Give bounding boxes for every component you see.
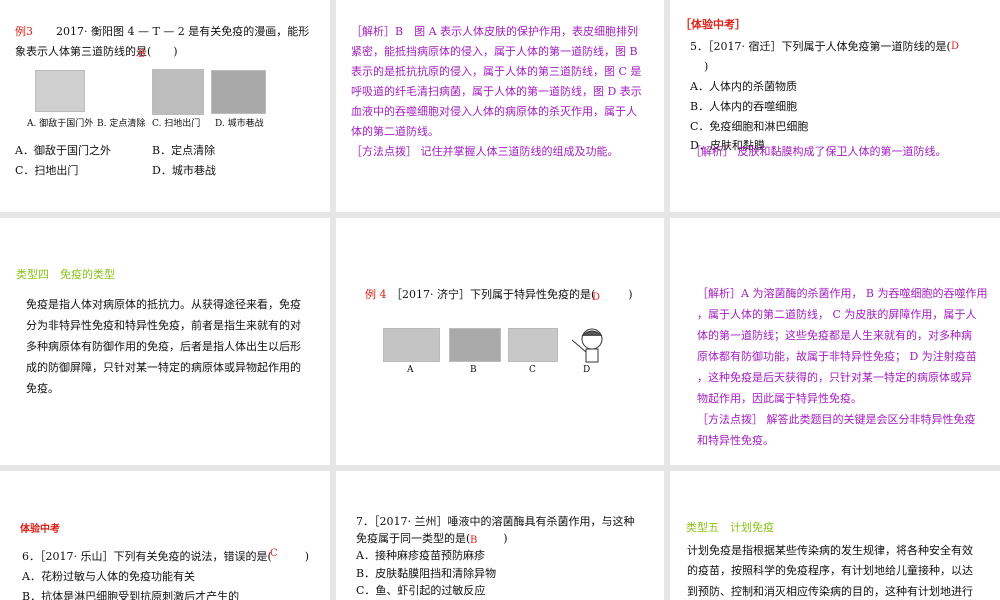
image-caption: C	[529, 365, 536, 375]
slide-analysis-3: ［解析］B 图 A 表示人体皮肤的保护作用，表皮细胞排列 紧密，能抵挡病原体的侵…	[336, 0, 664, 212]
option-b: B．人体内的吞噬细胞	[690, 100, 798, 113]
option-b: B．皮肤黏膜阻挡和清除异物	[356, 567, 497, 580]
answer-mark: B	[470, 535, 478, 546]
body-line: 成的防御屏障，只针对某一特定的病原体或异物起作用的	[26, 361, 301, 374]
question-text: 免疫属于同一类型的是( )	[356, 532, 508, 545]
answer-mark: C	[270, 548, 278, 559]
slide-example-3: 例3 2017· 衡阳图 4 — T — 2 是有关免疫的漫画，能形 象表示人体…	[0, 0, 330, 212]
option-a: A．花粉过敏与人体的免疫功能有关	[22, 570, 195, 583]
option-b: B．定点清除	[152, 144, 216, 157]
question-text: )	[704, 60, 709, 73]
analysis-line: ，属于人体的第二道防线， C 为皮肤的屏障作用，属于人	[697, 308, 977, 321]
analysis-line: ，这种免疫是后天获得的，只针对某一特定的病原体或异	[697, 371, 972, 384]
option-c: C．扫地出门	[15, 164, 79, 177]
slide-exam-5: ［体验中考］ 5．［2017· 宿迁］下列属于人体免疫第一道防线的是( D ) …	[670, 0, 1000, 212]
section-header: 体验中考	[20, 524, 60, 535]
section-header: 类型四 免疫的类型	[16, 268, 115, 281]
body-line: 多种病原体有防御作用的免疫，后者是指人体出生以后形	[26, 340, 301, 353]
option-d: D．城市巷战	[152, 164, 216, 177]
image-caption: D	[583, 365, 591, 375]
slide-type-5: 类型五 计划免疫 计划免疫是指根据某些传染病的发生规律，将各种安全有效 的疫苗，…	[670, 471, 1000, 600]
analysis-line: 原体都有防御功能，故属于非特异性免疫； D 为注射疫苗	[697, 350, 977, 363]
option-a: A．接种麻疹疫苗预防麻疹	[356, 549, 485, 562]
option-a: A．人体内的杀菌物质	[690, 80, 797, 93]
option-a: A．御敌于国门之外	[15, 144, 111, 157]
analysis-line: 物起作用，因此属于特异性免疫。	[697, 392, 862, 405]
method-tip: ［方法点拨］ 记住并掌握人体三道防线的组成及功能。	[351, 145, 619, 158]
method-tip: ［方法点拨］ 解答此类题目的关键是会区分非特异性免疫	[697, 413, 976, 426]
image-a	[383, 328, 440, 362]
body-line: 的疫苗，按照科学的免疫程序，有计划地给儿童接种，以达	[687, 564, 973, 577]
analysis-line: 体的第一道防线；这些免疫都是人生来就有的，对多种病	[697, 329, 972, 342]
question-text: 6．［2017· 乐山］下列有关免疫的说法，错误的是( )	[22, 550, 310, 563]
image-caption: B	[470, 365, 477, 375]
question-text: 2017· 衡阳图 4 — T — 2 是有关免疫的漫画，能形	[56, 25, 310, 38]
image-caption: A	[407, 365, 414, 375]
slide-exam-6: 体验中考 6．［2017· 乐山］下列有关免疫的说法，错误的是( ) C A．花…	[0, 471, 330, 600]
comic-image-c	[152, 69, 204, 115]
method-tip: 和特异性免疫。	[697, 434, 774, 447]
analysis-line: ［解析］A 为溶菌酶的杀菌作用， B 为吞噬细胞的吞噬作用	[697, 287, 988, 300]
answer-mark: D	[951, 41, 960, 52]
question-text: 7．［2017· 兰州］唾液中的溶菌酶具有杀菌作用，与这种	[356, 515, 635, 528]
answer-mark: B	[138, 49, 146, 60]
image-caption: C. 扫地出门	[152, 119, 201, 129]
section-header: 类型五 计划免疫	[686, 521, 774, 534]
slide-example-4: 例 4 ［2017· 济宁］下列属于特异性免疫的是( ) D A B C D	[336, 218, 664, 465]
body-line: 免疫是指人体对病原体的抵抗力。从获得途径来看，免疫	[26, 298, 301, 311]
body-line: 免疫。	[26, 382, 59, 395]
body-line: 分为非特异性免疫和特异性免疫，前者是指生来就有的对	[26, 319, 301, 332]
image-caption: D. 城市巷战	[215, 119, 264, 129]
image-d-boy	[571, 328, 603, 363]
image-c	[508, 328, 558, 362]
option-b: B．抗体是淋巴细胞受到抗原刺激后才产生的	[22, 590, 240, 600]
analysis-line: 呼吸道的纤毛清扫病菌，属于人体的第一道防线，图 D 表示	[351, 85, 642, 98]
answer-mark: D	[592, 292, 601, 303]
analysis-line: 表示的是抵抗抗原的侵入，属于人体的第三道防线，图 C 是	[351, 65, 642, 78]
comic-image-a	[35, 70, 85, 112]
slide-exam-7: 7．［2017· 兰州］唾液中的溶菌酶具有杀菌作用，与这种 免疫属于同一类型的是…	[336, 471, 664, 600]
analysis-line: 血液中的吞噬细胞对侵入人体的病原体的杀灭作用，属于人	[351, 105, 637, 118]
analysis-text: ［解析］ 皮肤和黏膜构成了保卫人体的第一道防线。	[690, 145, 947, 158]
analysis-line: 紧密，能抵挡病原体的侵入，属于人体的第一道防线，图 B	[351, 45, 638, 58]
image-b	[449, 328, 501, 362]
slide-type-4: 类型四 免疫的类型 免疫是指人体对病原体的抵抗力。从获得途径来看，免疫 分为非特…	[0, 218, 330, 465]
image-caption: A. 御敌于国门外	[27, 119, 94, 129]
slide-analysis-4: ［解析］A 为溶菌酶的杀菌作用， B 为吞噬细胞的吞噬作用 ，属于人体的第二道防…	[670, 218, 1000, 465]
analysis-line: ［解析］B 图 A 表示人体皮肤的保护作用，表皮细胞排列	[351, 25, 639, 38]
body-line: 到预防、控制和消灭相应传染病的目的，这种有计划地进行	[687, 585, 973, 598]
option-c: C．免疫细胞和淋巴细胞	[690, 120, 809, 133]
option-c: C．鱼、虾引起的过敏反应	[356, 584, 486, 597]
section-header: ［体验中考］	[680, 18, 746, 31]
comic-image-d	[211, 70, 266, 114]
body-line: 计划免疫是指根据某些传染病的发生规律，将各种安全有效	[687, 544, 973, 557]
question-text: 5．［2017· 宿迁］下列属于人体免疫第一道防线的是(	[690, 40, 951, 53]
question-text: 象表示人体第三道防线的是( )	[15, 45, 178, 58]
example-label: 例 4	[365, 288, 387, 301]
example-label: 例3	[15, 25, 33, 38]
analysis-line: 体的第二道防线。	[351, 125, 439, 138]
comic-image-b	[98, 68, 143, 112]
image-caption: B. 定点清除	[97, 119, 146, 129]
